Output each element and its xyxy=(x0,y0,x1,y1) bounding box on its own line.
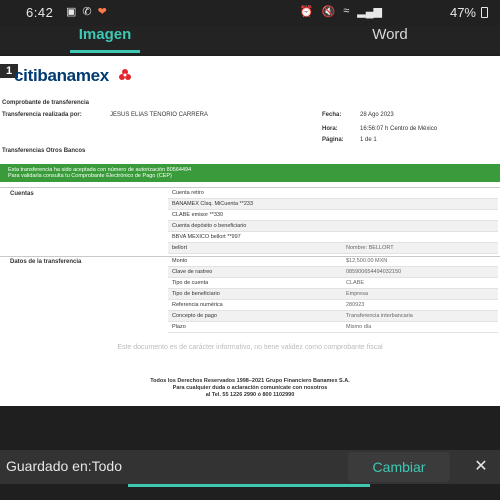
table-row: Referencia numérica 280923 xyxy=(168,300,498,311)
made-by-label: Transferencia realizada por: xyxy=(2,112,82,118)
battery-percent: 47% xyxy=(449,5,476,20)
table-row: Clave de rastreo 085900654494032150 xyxy=(168,267,498,278)
table-row: BANAMEX Clsq. MiCuenta **233 xyxy=(168,199,498,210)
change-location-button[interactable]: Cambiar xyxy=(348,452,450,482)
details-label: Datos de la transferencia xyxy=(10,259,82,265)
logo-mark-icon xyxy=(119,69,131,80)
document-preview: 1 citibanamex Comprobante de transferenc… xyxy=(0,56,500,406)
section-title: Transferencias Otros Bancos xyxy=(2,148,86,154)
footer-line-3: al Tel. 55 1226 2990 ó 800 1102990 xyxy=(205,392,295,398)
date-label: Fecha: xyxy=(322,112,342,118)
status-left-icons: ▣ ✆ ❤ xyxy=(66,5,107,18)
tab-word[interactable]: Word xyxy=(290,26,490,54)
status-right-icons: ⏰ 🔇 ≈ ▂▄▆ xyxy=(300,5,382,18)
made-by-value: JESUS ELIAS TENORIO CARRERA xyxy=(110,112,208,118)
screen-record-icon: ▣ xyxy=(66,6,77,18)
table-row: Concepto de pago Transferencia interbanca… xyxy=(168,311,498,322)
save-location-bar: Guardado en:Todo Cambiar ✕ xyxy=(0,450,500,484)
hour-label: Hora: xyxy=(322,126,338,132)
view-tabs: Imagen Word xyxy=(0,26,500,54)
authorization-line-2: Para validarla consulta tu Comprobante E… xyxy=(8,173,172,179)
status-bar: 6:42 ▣ ✆ ❤ ⏰ 🔇 ≈ ▂▄▆ 47% xyxy=(0,0,500,26)
page-value: 1 de 1 xyxy=(360,137,377,143)
document-title: Comprobante de transferencia xyxy=(2,100,90,106)
date-value: 28 Ago 2023 xyxy=(360,112,394,118)
battery-icon xyxy=(481,7,488,18)
status-time: 6:42 xyxy=(26,5,54,20)
authorization-banner: Esta transferencia ha sido aceptada con … xyxy=(0,164,500,182)
tab-imagen[interactable]: Imagen xyxy=(0,26,210,54)
close-icon[interactable]: ✕ xyxy=(470,456,492,478)
phone-icon: ✆ xyxy=(82,6,92,18)
home-indicator[interactable] xyxy=(128,484,370,487)
active-tab-indicator xyxy=(70,50,140,53)
disclaimer-text: Este documento es de carácter informativ… xyxy=(117,344,383,351)
hour-value: 16:56:07 h Centro de México xyxy=(360,126,438,132)
table-row: Monto $12,500.00 MXN xyxy=(168,256,498,267)
table-row: Cuenta depósito o beneficiario xyxy=(168,221,498,232)
table-row: Tipo de beneficiario Empresa xyxy=(168,289,498,300)
page-label: Página: xyxy=(322,137,344,143)
table-row: Tipo de cuenta CLABE xyxy=(168,278,498,289)
tab-imagen-label: Imagen xyxy=(78,26,132,43)
app-notification-icon: ❤ xyxy=(97,6,107,18)
table-row: Cuenta retiro xyxy=(168,188,498,199)
alarm-icon: ⏰ xyxy=(299,6,314,18)
document-footer: Todos los Derechos Reservados 1998–2021 … xyxy=(60,378,440,399)
table-row: bellort Nombre: BELLORT xyxy=(168,243,498,254)
logo-text: citibanamex xyxy=(14,66,109,85)
table-row: Plazo Mismo día xyxy=(168,322,498,333)
accounts-label: Cuentas xyxy=(10,191,34,197)
footer-line-1: Todos los Derechos Reservados 1998–2021 … xyxy=(150,378,350,384)
table-row: CLABE emisor **330 xyxy=(168,210,498,221)
tab-word-label: Word xyxy=(372,26,408,43)
mute-icon: 🔇 xyxy=(321,6,336,18)
wifi-icon: ≈ xyxy=(343,5,350,17)
table-row: BBVA MEXICO bellort **997 xyxy=(168,232,498,243)
saved-location-text: Guardado en:Todo xyxy=(6,458,122,474)
footer-line-2: Para cualquier duda o aclaración comuníc… xyxy=(172,385,328,391)
signal-icon: ▂▄▆ xyxy=(357,6,382,18)
brand-logo: citibanamex xyxy=(14,66,109,86)
